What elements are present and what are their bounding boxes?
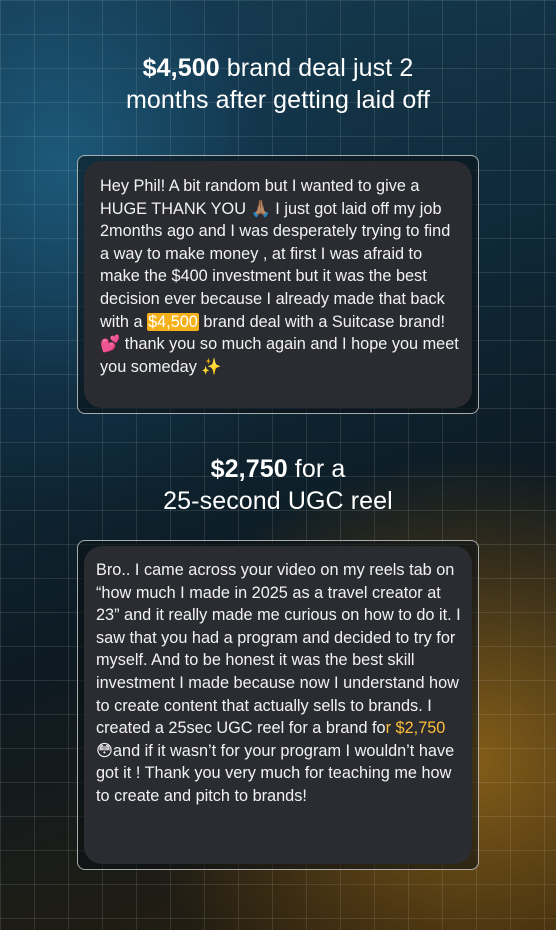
highlighted-amount: $4,500 [147,312,199,331]
headline-text-line2: months after getting laid off [125,86,430,114]
message-bubble: Hey Phil! A bit random but I wanted to g… [84,161,472,408]
headline-ugc-reel: $2,750 for a 25-second UGC reel [0,453,556,517]
headline-brand-deal: $4,500 brand deal just 2 months after ge… [0,52,556,116]
message-text: brand deal with a Suitcase brand! [198,312,446,331]
headline-amount: $2,750 [210,455,288,483]
headline-amount: $4,500 [142,54,220,82]
message-text: I just got laid off my job 2months ago a… [100,199,451,331]
headline-text-line2: 25-second UGC reel [163,487,393,515]
two-hearts-emoji-icon: 💕 [100,334,121,354]
message-text: and if it wasn’t for your program I woul… [96,741,455,805]
message-text: Bro.. I came across your video on my ree… [96,561,461,738]
headline-text: brand deal just 2 [219,54,414,82]
flushed-face-emoji-icon: 😳 [96,740,113,760]
message-text: thank you so much again and I hope you m… [100,335,459,376]
message-bubble: Bro.. I came across your video on my ree… [84,546,472,864]
highlighted-amount: r $2,750 [385,719,446,738]
headline-text: for a [287,455,346,483]
testimonial-card: Bro.. I came across your video on my ree… [77,540,479,870]
testimonial-card: Hey Phil! A bit random but I wanted to g… [77,155,479,414]
sparkles-emoji-icon: ✨ [201,356,222,376]
praying-hands-emoji-icon: 🙏🏽 [250,198,271,218]
